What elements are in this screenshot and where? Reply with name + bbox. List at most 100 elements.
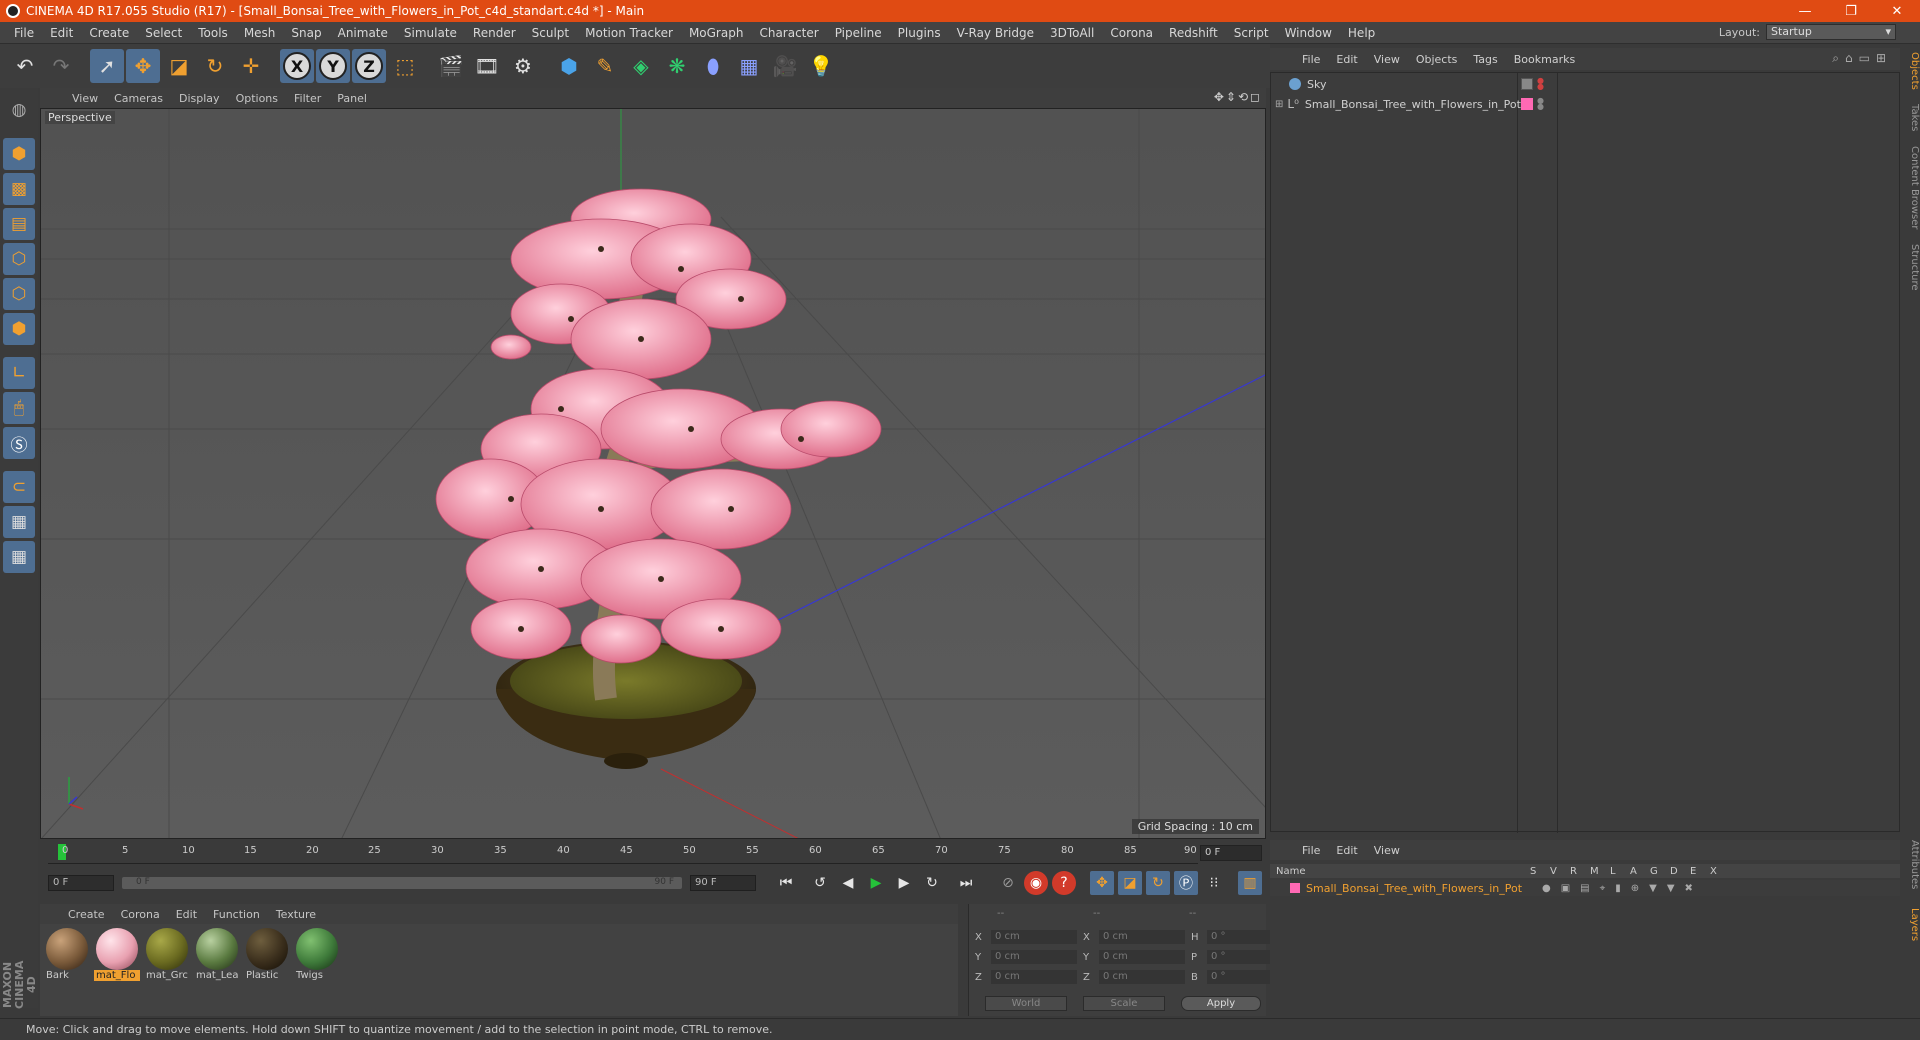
viewport-menu-filter[interactable]: Filter (286, 92, 329, 105)
expand-icon[interactable]: ⊞ (1275, 99, 1283, 110)
menu-mograph[interactable]: MoGraph (681, 26, 752, 40)
autokey-icon[interactable]: ◉ (1024, 871, 1048, 895)
world-dropdown[interactable]: World (985, 996, 1067, 1011)
tab-objects[interactable]: Objects (1902, 52, 1920, 90)
move-tool-icon[interactable]: ✥ (126, 49, 160, 83)
menu-snap[interactable]: Snap (283, 26, 329, 40)
workplane-mode-icon[interactable]: ▤ (3, 208, 35, 240)
position-x-field[interactable]: 0 cm (991, 930, 1077, 944)
previous-frame-icon[interactable]: ◀ (836, 871, 860, 895)
menu-file[interactable]: File (6, 26, 42, 40)
material-twigs[interactable]: Twigs (294, 928, 340, 986)
material-menu-corona[interactable]: Corona (113, 908, 168, 921)
y-axis-lock-button[interactable]: Y (316, 49, 350, 83)
tweak-mode-icon[interactable]: 🖱 (3, 392, 35, 424)
deformer-icon[interactable]: ⬮ (696, 49, 730, 83)
render-picture-viewer-icon[interactable]: 🎞 (470, 49, 504, 83)
3d-viewport[interactable]: Perspective Grid Spacing : 10 cm (40, 108, 1266, 839)
tab-attributes[interactable]: Attributes (1902, 840, 1920, 889)
menu-animate[interactable]: Animate (330, 26, 396, 40)
coordinate-system-icon[interactable]: ⬚ (388, 49, 422, 83)
menu-mesh[interactable]: Mesh (236, 26, 284, 40)
menu-motion-tracker[interactable]: Motion Tracker (577, 26, 681, 40)
menu-plugins[interactable]: Plugins (890, 26, 949, 40)
grid-snap-icon[interactable]: ▦ (3, 541, 35, 573)
go-to-end-icon[interactable]: ⏭ (954, 871, 978, 895)
redo-icon[interactable]: ↷ (44, 49, 78, 83)
visibility-dots-icon[interactable]: ● ● (1537, 97, 1544, 111)
object-row-bonsai[interactable]: ⊞ L⁰ Small_Bonsai_Tree_with_Flowers_in_P… (1271, 95, 1901, 113)
object-menu-edit[interactable]: Edit (1328, 53, 1365, 66)
material-menu-function[interactable]: Function (205, 908, 268, 921)
go-to-start-icon[interactable]: ⏮ (774, 871, 798, 895)
material-plastic[interactable]: Plastic (244, 928, 290, 986)
object-menu-file[interactable]: File (1294, 53, 1328, 66)
rotation-p-field[interactable]: 0 ° (1207, 950, 1279, 964)
key-parameter-icon[interactable]: Ⓟ (1174, 871, 1198, 895)
material-mat-lea[interactable]: mat_Lea (194, 928, 240, 986)
viewport-menu-options[interactable]: Options (228, 92, 286, 105)
menu-3dtoall[interactable]: 3DToAll (1042, 26, 1102, 40)
rotate-tool-icon[interactable]: ↻ (198, 49, 232, 83)
preview-range-slider[interactable]: 0 F 90 F (122, 877, 682, 889)
next-frame-icon[interactable]: ▶ (892, 871, 916, 895)
next-key-icon[interactable]: ↻ (920, 871, 944, 895)
current-frame-field[interactable]: 0 F (48, 875, 114, 891)
undo-icon[interactable]: ↶ (8, 49, 42, 83)
close-button[interactable]: ✕ (1874, 0, 1920, 22)
key-scale-icon[interactable]: ◪ (1118, 871, 1142, 895)
position-z-field[interactable]: 0 cm (991, 970, 1077, 984)
model-mode-icon[interactable]: ⬢ (3, 138, 35, 170)
menu-render[interactable]: Render (465, 26, 524, 40)
material-mat-flo[interactable]: mat_Flo (94, 928, 140, 986)
menu-edit[interactable]: Edit (42, 26, 81, 40)
timeline-ruler[interactable]: 0 5 10 15 20 25 30 35 40 45 50 55 60 65 … (48, 842, 1198, 864)
keyframe-selection-icon[interactable]: ? (1052, 871, 1076, 895)
layer-color-swatch[interactable] (1290, 883, 1300, 893)
edges-mode-icon[interactable]: ⬡ (3, 278, 35, 310)
make-editable-icon[interactable]: ◍ (3, 94, 35, 126)
menu-character[interactable]: Character (751, 26, 826, 40)
layout-icon[interactable]: ⊞ (1876, 51, 1892, 65)
restore-button[interactable]: ❐ (1828, 0, 1874, 22)
menu-simulate[interactable]: Simulate (396, 26, 465, 40)
cloner-icon[interactable]: ❋ (660, 49, 694, 83)
menu-corona[interactable]: Corona (1102, 26, 1161, 40)
x-axis-lock-button[interactable]: X (280, 49, 314, 83)
cube-primitive-icon[interactable]: ⬢ (552, 49, 586, 83)
new-window-icon[interactable]: ▭ (1859, 51, 1876, 65)
play-icon[interactable]: ▶ (864, 871, 888, 895)
display-tag-icon[interactable] (1521, 78, 1533, 90)
layer-menu-view[interactable]: View (1366, 844, 1408, 857)
viewport-nav-controls[interactable]: ✥⇕⟲◻ (1214, 90, 1262, 104)
layer-name[interactable]: Small_Bonsai_Tree_with_Flowers_in_Pot (1306, 882, 1528, 895)
camera-icon[interactable]: 🎥 (768, 49, 802, 83)
home-icon[interactable]: ⌂ (1845, 51, 1859, 65)
key-position-icon[interactable]: ✥ (1090, 871, 1114, 895)
menu-script[interactable]: Script (1226, 26, 1277, 40)
z-axis-lock-button[interactable]: Z (352, 49, 386, 83)
layer-toggle-icons[interactable]: ●▣▤⌖▮⊕▼▼✖ (1542, 883, 1703, 894)
viewport-menu-cameras[interactable]: Cameras (106, 92, 171, 105)
material-menu-edit[interactable]: Edit (168, 908, 205, 921)
polygons-mode-icon[interactable]: ⬢ (3, 313, 35, 345)
object-menu-objects[interactable]: Objects (1408, 53, 1466, 66)
transform-tool-icon[interactable]: ✛ (234, 49, 268, 83)
texture-mode-icon[interactable]: ▩ (3, 173, 35, 205)
viewport-menu-display[interactable]: Display (171, 92, 228, 105)
menu-vray-bridge[interactable]: V-Ray Bridge (949, 26, 1042, 40)
menu-pipeline[interactable]: Pipeline (827, 26, 890, 40)
layer-menu-edit[interactable]: Edit (1328, 844, 1365, 857)
menu-select[interactable]: Select (137, 26, 190, 40)
tab-layers[interactable]: Layers (1902, 908, 1920, 941)
layout-dropdown[interactable]: Startup (1766, 24, 1896, 40)
visibility-dots-icon[interactable]: ● ● (1537, 77, 1544, 91)
points-mode-icon[interactable]: ⬡ (3, 243, 35, 275)
tab-takes[interactable]: Takes (1902, 104, 1920, 131)
workplane-lock-icon[interactable]: ▦ (3, 506, 35, 538)
menu-tools[interactable]: Tools (190, 26, 236, 40)
search-icon[interactable]: ⌕ (1832, 51, 1845, 65)
previous-key-icon[interactable]: ↺ (808, 871, 832, 895)
object-menu-view[interactable]: View (1366, 53, 1408, 66)
live-selection-icon[interactable]: ➚ (90, 49, 124, 83)
